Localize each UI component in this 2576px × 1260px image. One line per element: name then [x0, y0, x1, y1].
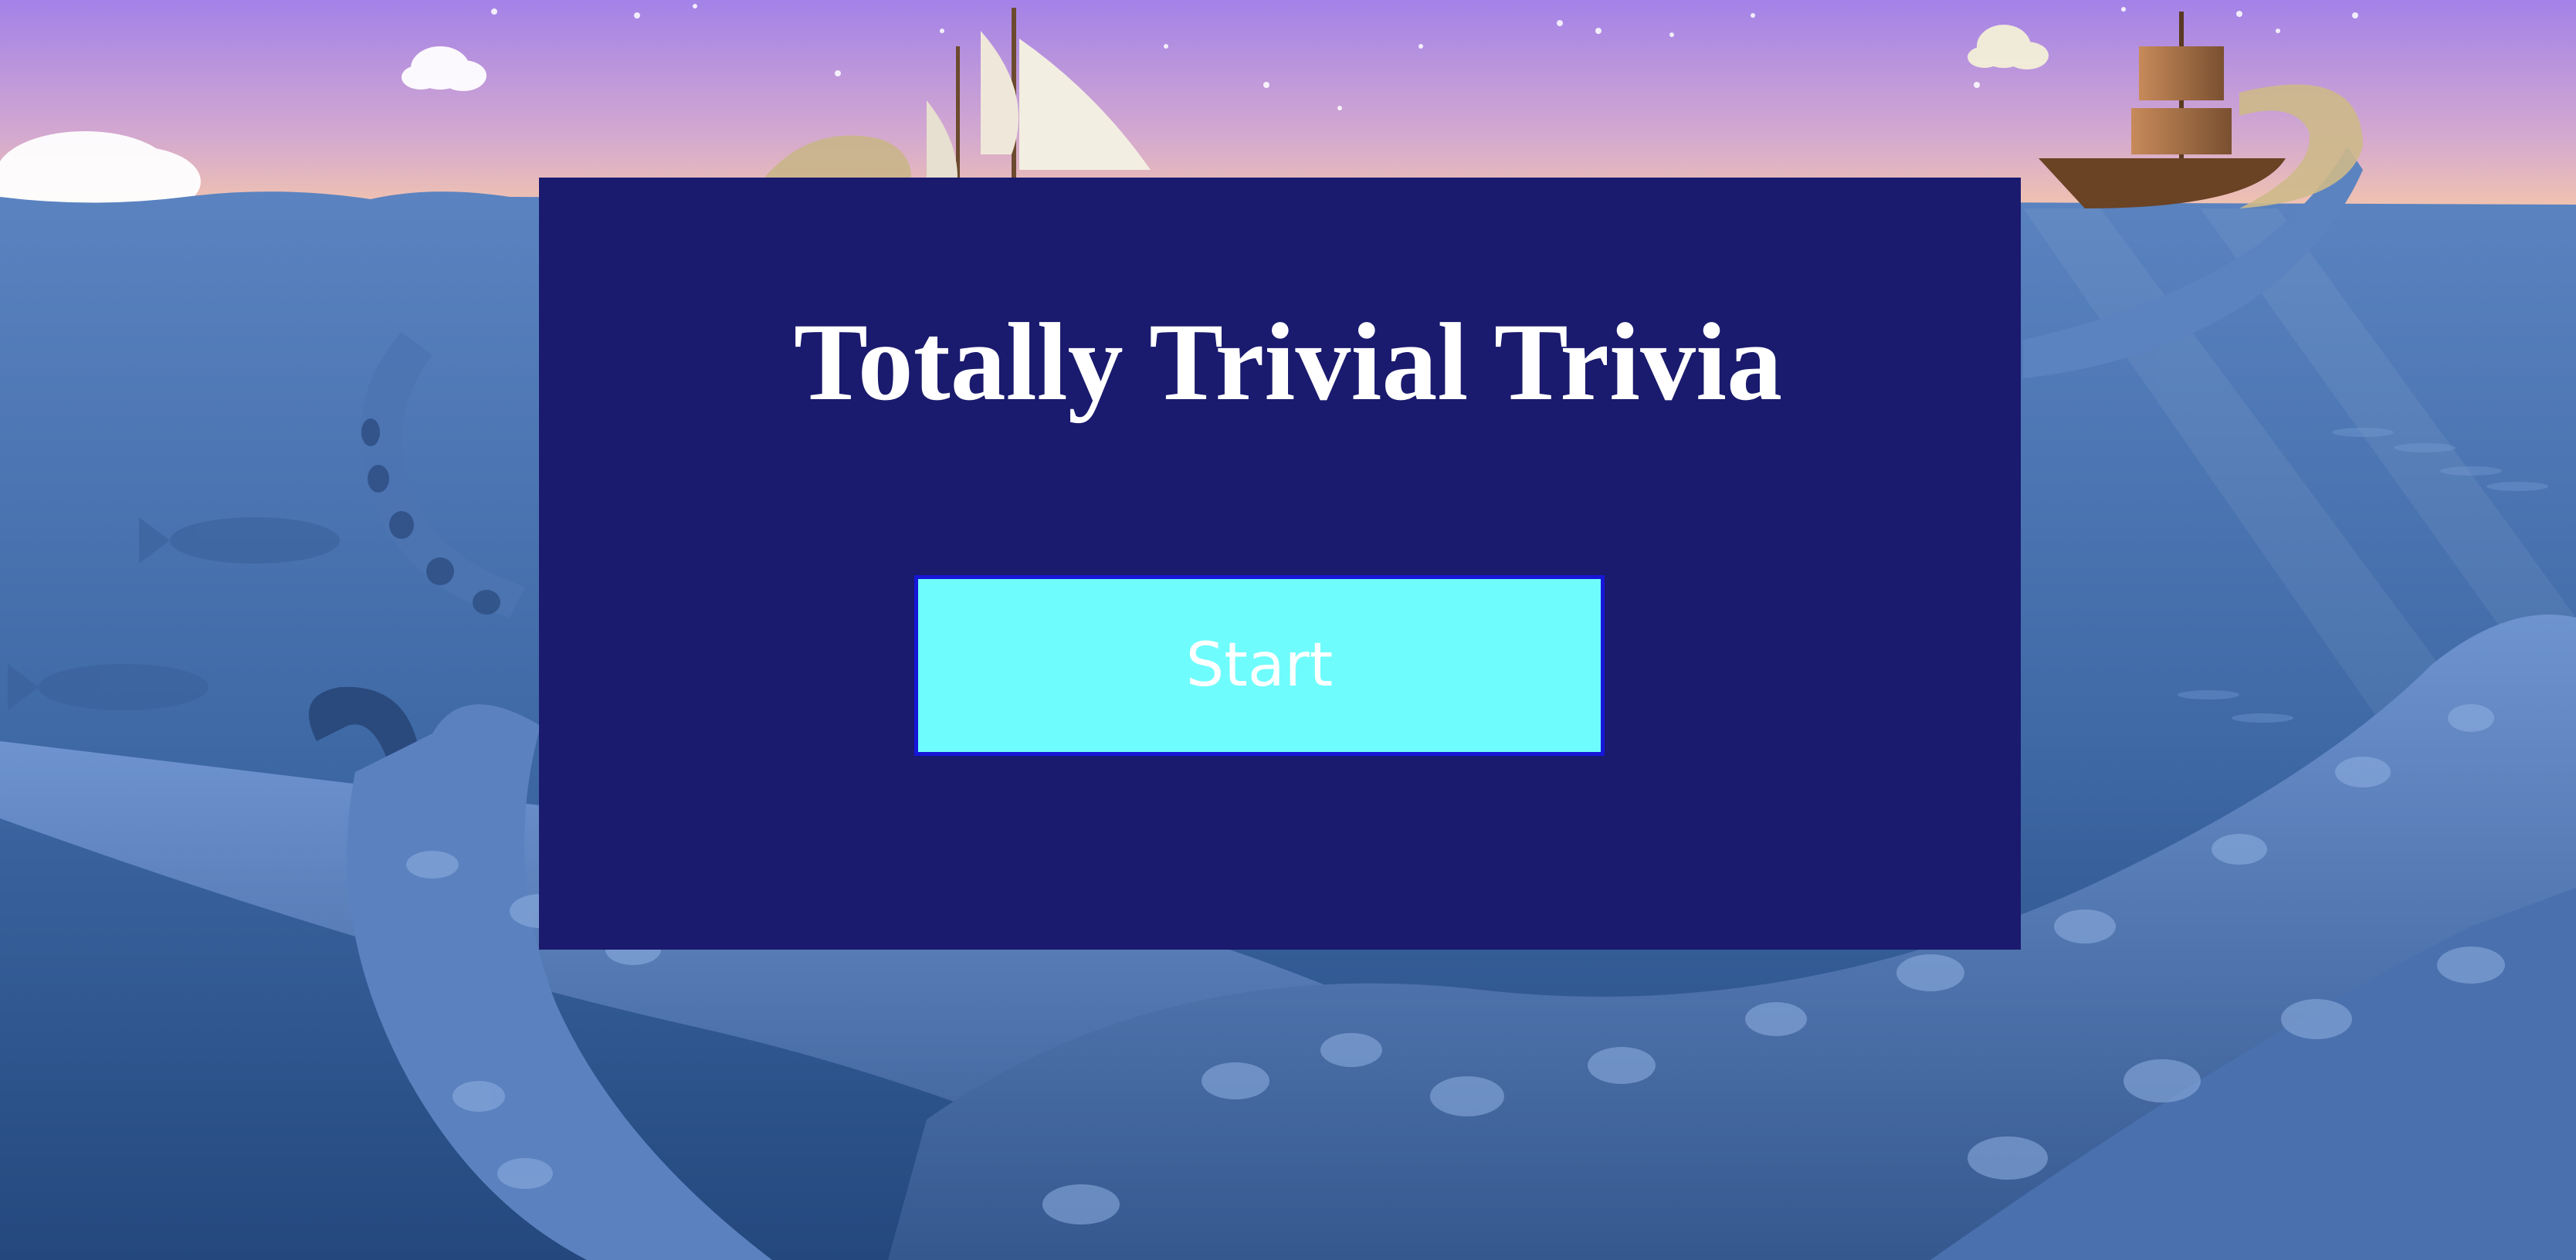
- game-title: Totally Trivial Trivia: [793, 301, 1783, 424]
- title-panel: [539, 178, 2021, 950]
- start-button[interactable]: Start: [914, 575, 1605, 756]
